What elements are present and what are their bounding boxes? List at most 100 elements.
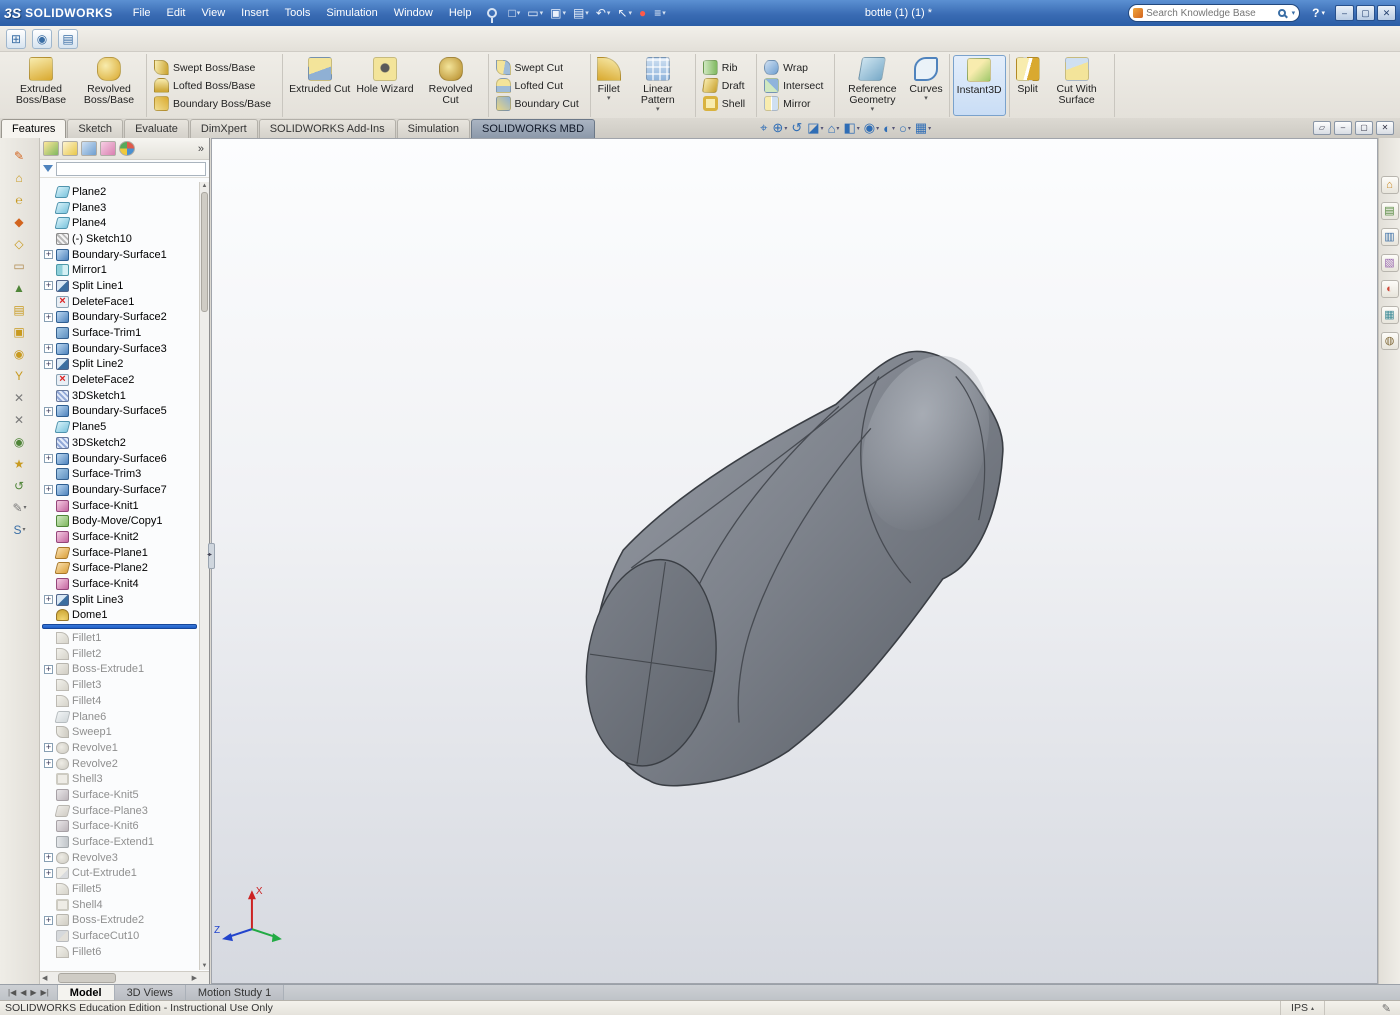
menu-item[interactable]: Tools — [277, 4, 319, 22]
expand-toggle-icon[interactable] — [44, 250, 53, 259]
task-pane-tab[interactable]: ◍ — [1381, 332, 1399, 350]
quick-access-button[interactable]: □ ▾ — [505, 3, 523, 23]
command-tab[interactable]: Sketch — [67, 119, 123, 138]
ribbon-button[interactable]: Extruded Cut — [286, 55, 353, 116]
macro-tool-button[interactable]: ⌂ — [8, 168, 32, 187]
scrollbar-thumb[interactable] — [58, 973, 116, 983]
macro-tool-button[interactable]: ✎ — [8, 146, 32, 165]
tree-item[interactable]: SurfaceCut10 — [40, 928, 199, 944]
knowledge-search-box[interactable]: ▾ — [1128, 4, 1300, 22]
tree-item[interactable]: 3DSketch2 — [40, 435, 199, 451]
tree-item[interactable]: (-) Sketch10 — [40, 231, 199, 247]
ribbon-button[interactable]: Boundary Boss/Base — [150, 95, 279, 112]
tree-item[interactable]: DeleteFace2 — [40, 372, 199, 388]
tree-item[interactable]: 3DSketch1 — [40, 388, 199, 404]
tree-item[interactable]: Fillet1 — [40, 630, 199, 646]
ribbon-button[interactable]: Boundary Cut — [492, 95, 587, 112]
tree-item[interactable]: Plane6 — [40, 709, 199, 725]
expand-toggle-icon[interactable] — [44, 407, 53, 416]
tree-item[interactable]: Cut-Extrude1 — [40, 866, 199, 882]
tree-vertical-scrollbar[interactable] — [199, 182, 209, 970]
tree-item[interactable]: Boundary-Surface7 — [40, 482, 199, 498]
tree-item[interactable]: Surface-Plane2 — [40, 561, 199, 577]
ribbon-button[interactable]: Extruded Boss/Base — [7, 55, 75, 116]
macro-tool-button[interactable]: ◉ — [8, 432, 32, 451]
tree-item[interactable]: Plane3 — [40, 200, 199, 216]
document-window-button[interactable]: ▢ — [1355, 121, 1373, 135]
pin-icon[interactable] — [487, 8, 497, 18]
quick-access-button[interactable]: ↖ ▾ — [614, 3, 635, 23]
task-pane-tab[interactable]: ▤ — [1381, 202, 1399, 220]
tree-item[interactable]: DeleteFace1 — [40, 294, 199, 310]
macro-tool-button[interactable]: ▣ — [8, 322, 32, 341]
macro-tool-button[interactable]: ▲ — [8, 278, 32, 297]
task-pane-tab[interactable]: ◐ — [1381, 280, 1399, 298]
tree-item[interactable]: Surface-Trim1 — [40, 325, 199, 341]
study-tab[interactable]: Model — [58, 985, 115, 1000]
toolbar-icon[interactable]: ⊞ — [6, 29, 26, 49]
filter-funnel-icon[interactable] — [43, 165, 53, 172]
toolbar-icon[interactable]: ◉ — [32, 29, 52, 49]
tree-item[interactable]: Surface-Knit1 — [40, 498, 199, 514]
tree-item[interactable]: Sweep1 — [40, 724, 199, 740]
task-pane-tab[interactable]: ▧ — [1381, 254, 1399, 272]
tree-item[interactable]: Fillet4 — [40, 693, 199, 709]
ribbon-button[interactable]: Intersect — [760, 77, 831, 94]
view-tool-button[interactable]: ↺ — [791, 120, 803, 136]
view-tool-button[interactable]: ○ ▾ — [899, 121, 911, 136]
macro-tool-button[interactable]: ◉ — [8, 344, 32, 363]
ribbon-button[interactable]: Wrap — [760, 59, 831, 76]
knowledge-search-input[interactable] — [1146, 8, 1274, 19]
tree-item[interactable]: Surface-Knit4 — [40, 576, 199, 592]
tree-item[interactable]: Plane2 — [40, 184, 199, 200]
window-control-button[interactable]: ▢ — [1356, 5, 1375, 21]
macro-tool-button[interactable]: S ▾ — [8, 520, 32, 539]
tree-horizontal-scrollbar[interactable] — [40, 971, 209, 984]
expand-toggle-icon[interactable] — [44, 281, 53, 290]
macro-tool-button[interactable]: ↺ — [8, 476, 32, 495]
macro-tool-button[interactable]: ◆ — [8, 212, 32, 231]
command-tab[interactable]: SOLIDWORKS Add-Ins — [259, 119, 396, 138]
toolbar-icon[interactable]: ▤ — [58, 29, 78, 49]
ribbon-button[interactable]: Draft — [699, 77, 753, 94]
tree-item[interactable]: Split Line3 — [40, 592, 199, 608]
ribbon-button[interactable]: Mirror — [760, 95, 831, 112]
ribbon-button[interactable]: Cut With Surface — [1043, 55, 1111, 116]
expand-toggle-icon[interactable] — [44, 595, 53, 604]
tree-item[interactable]: Boundary-Surface5 — [40, 404, 199, 420]
tree-item[interactable]: Mirror1 — [40, 262, 199, 278]
quick-access-button[interactable]: ▭ ▾ — [524, 3, 546, 23]
tree-item[interactable]: Surface-Knit6 — [40, 819, 199, 835]
task-pane-tab[interactable]: ▥ — [1381, 228, 1399, 246]
ribbon-button[interactable]: Reference Geometry ▾ — [838, 55, 906, 116]
model-canvas[interactable]: X Z — [212, 139, 1377, 983]
tree-item[interactable]: Boss-Extrude2 — [40, 913, 199, 929]
ribbon-button[interactable]: Instant3D — [953, 55, 1006, 116]
view-tool-button[interactable]: ⌂ ▾ — [828, 121, 840, 136]
propertymanager-tab-icon[interactable] — [62, 141, 78, 156]
menu-item[interactable]: Help — [441, 4, 480, 22]
tree-item[interactable]: Boundary-Surface6 — [40, 451, 199, 467]
view-tool-button[interactable]: ⊕ ▾ — [772, 120, 787, 136]
tree-item[interactable]: Fillet5 — [40, 881, 199, 897]
tree-filter-input[interactable] — [56, 162, 206, 176]
tree-item[interactable]: Fillet3 — [40, 677, 199, 693]
view-tool-button[interactable]: ◉ ▾ — [864, 120, 879, 136]
tree-item[interactable]: Boundary-Surface3 — [40, 341, 199, 357]
tree-item[interactable]: Boundary-Surface1 — [40, 247, 199, 263]
ribbon-button[interactable]: Shell — [699, 95, 753, 112]
ribbon-button[interactable]: Split — [1013, 55, 1043, 116]
tree-item[interactable]: Revolve1 — [40, 740, 199, 756]
macro-tool-button[interactable]: ✕ — [8, 388, 32, 407]
macro-tool-button[interactable]: ◇ — [8, 234, 32, 253]
configurationmanager-tab-icon[interactable] — [81, 141, 97, 156]
tree-item[interactable]: Surface-Knit2 — [40, 529, 199, 545]
dimxpertmanager-tab-icon[interactable] — [100, 141, 116, 156]
menu-item[interactable]: Simulation — [318, 4, 385, 22]
tree-item[interactable]: Split Line1 — [40, 278, 199, 294]
tree-item[interactable]: Split Line2 — [40, 357, 199, 373]
menu-item[interactable]: Insert — [233, 4, 277, 22]
panel-overflow-chevrons[interactable]: » — [198, 143, 206, 155]
expand-toggle-icon[interactable] — [44, 869, 53, 878]
task-pane-tab[interactable]: ⌂ — [1381, 176, 1399, 194]
